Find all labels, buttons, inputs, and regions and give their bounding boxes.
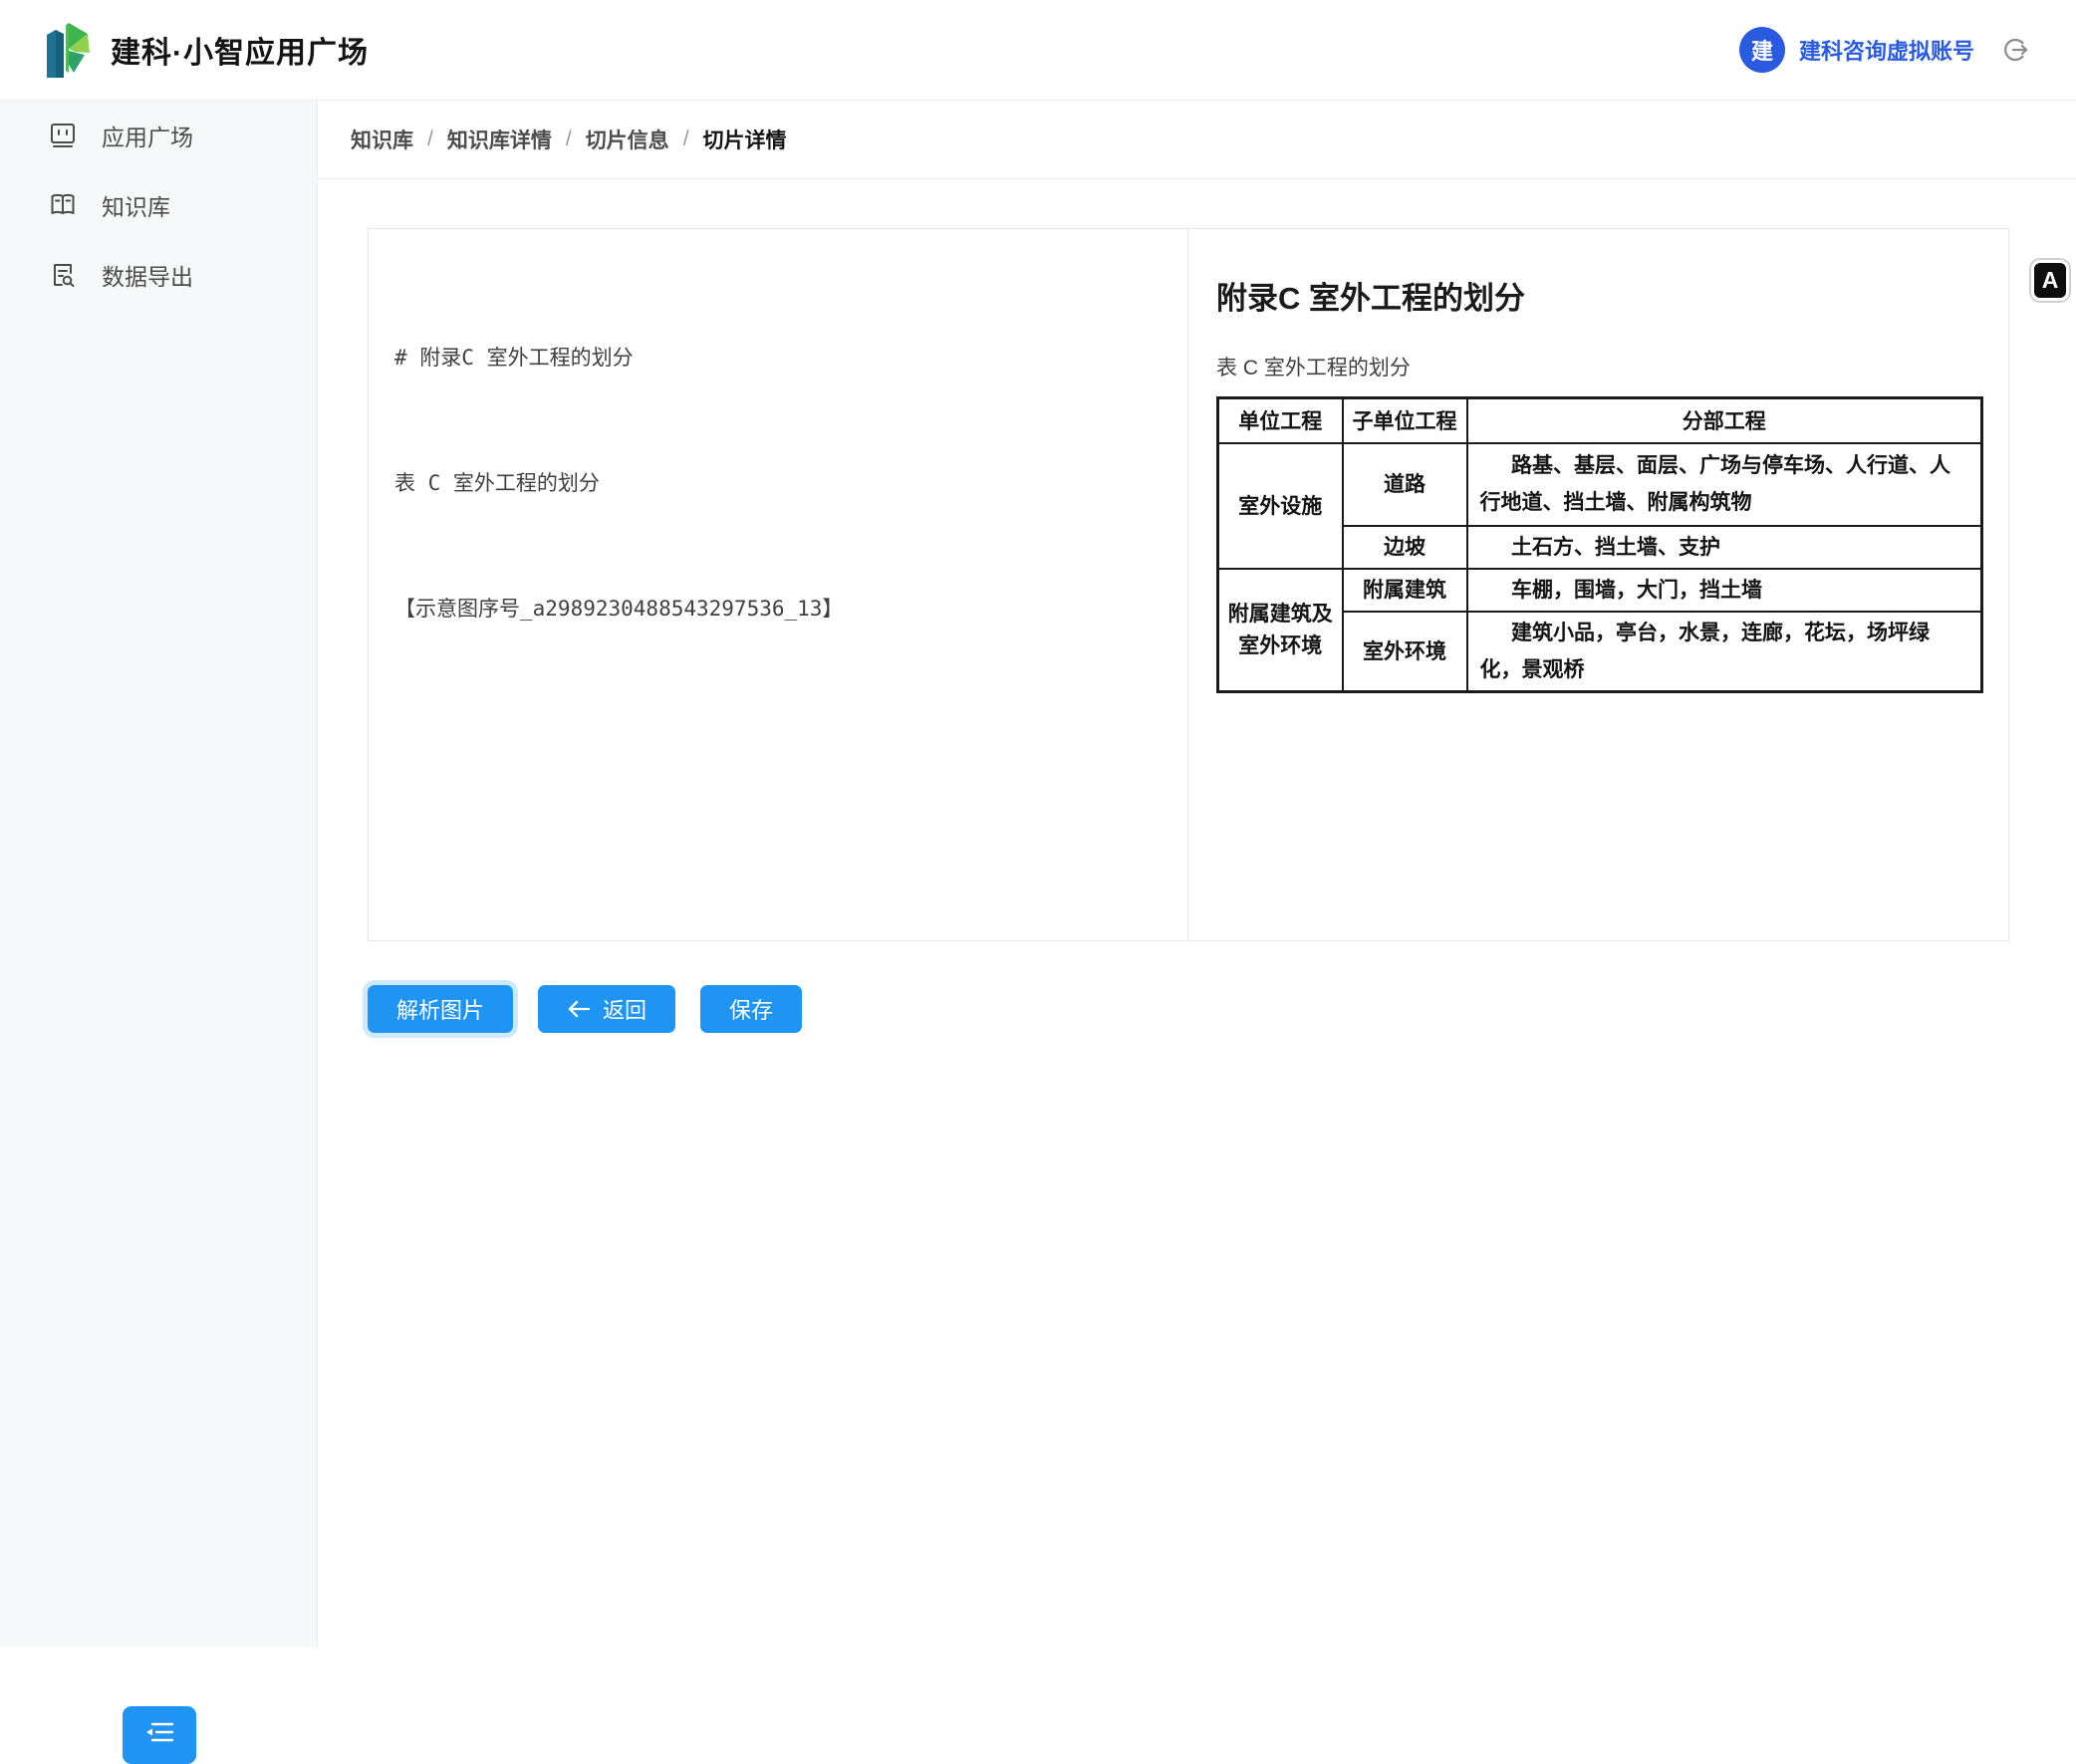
parse-image-button[interactable]: 解析图片 [368,985,513,1033]
cell-sub: 边坡 [1343,526,1467,569]
knowledge-base-icon [50,192,76,218]
markdown-editor[interactable]: # 附录C 室外工程的划分 表 C 室外工程的划分 【示意图序号_a298923… [369,229,1188,940]
sidebar-item-label: 应用广场 [102,119,193,152]
breadcrumb-separator: / [566,127,572,151]
parse-image-label: 解析图片 [396,993,484,1025]
logout-icon[interactable] [2002,37,2028,63]
sidebar-item-label: 知识库 [102,188,170,222]
action-bar: 解析图片 返回 保存 [368,985,802,1033]
slice-detail-page: { "header": { "app_title": "建科·小智应用广场", … [0,0,2076,1647]
sidebar-collapse-button[interactable] [123,1706,196,1764]
markdown-preview: 附录C 室外工程的划分 表 C 室外工程的划分 单位工程 子单位工程 分部工程 … [1188,229,2008,940]
editor-line: 表 C 室外工程的划分 [394,462,1162,504]
cell-unit: 室外设施 [1218,443,1343,569]
sidebar-item-knowledge-base[interactable]: 知识库 [0,170,317,240]
save-button[interactable]: 保存 [700,985,802,1033]
sidebar-item-label: 数据导出 [102,258,193,292]
editor-line: 【示意图序号_a2989230488543297536_13】 [394,588,1162,630]
accessibility-marker-label: A [2042,267,2059,294]
table-row: 附属建筑及室外环境 附属建筑 车棚，围墙，大门，挡土墙 [1218,569,1982,612]
cell-sub: 道路 [1343,443,1467,526]
app-logo-icon [45,21,95,79]
cell-parts: 土石方、挡土墙、支护 [1467,526,1982,569]
account-name[interactable]: 建科咨询虚拟账号 [1799,34,1974,66]
cell-unit: 附属建筑及室外环境 [1218,569,1343,692]
breadcrumb-current: 切片详情 [703,125,787,154]
data-export-icon [50,262,76,288]
header-division-project: 分部工程 [1467,398,1982,443]
breadcrumb-separator: / [427,127,433,151]
cell-sub: 室外环境 [1343,612,1467,692]
back-label: 返回 [603,993,647,1025]
breadcrumb-kb-detail[interactable]: 知识库详情 [447,125,552,154]
breadcrumb-bar: 知识库 / 知识库详情 / 切片信息 / 切片详情 [318,101,2076,179]
menu-fold-icon [144,1719,174,1748]
account-area: 建 建科咨询虚拟账号 [1739,27,2028,73]
breadcrumb-knowledge-base[interactable]: 知识库 [351,125,413,154]
header-sub-unit-project: 子单位工程 [1343,398,1467,443]
cell-sub: 附属建筑 [1343,569,1467,612]
sidebar: 应用广场 知识库 数据导出 [0,101,318,1647]
preview-heading: 附录C 室外工程的划分 [1216,279,1980,319]
app-plaza-icon [50,123,76,148]
breadcrumb-separator: / [683,127,689,151]
brand: 建科·小智应用广场 [45,21,369,79]
user-avatar[interactable]: 建 [1739,27,1785,73]
breadcrumb-slice-info[interactable]: 切片信息 [586,125,669,154]
cell-parts: 路基、基层、面层、广场与停车场、人行道、人行地道、挡土墙、附属构筑物 [1467,443,1982,526]
outdoor-works-table: 单位工程 子单位工程 分部工程 室外设施 道路 路基、基层、面层、广场与停车场、… [1216,396,1983,693]
table-header-row: 单位工程 子单位工程 分部工程 [1218,398,1982,443]
accessibility-marker: A [2031,260,2069,301]
save-label: 保存 [729,993,773,1025]
sidebar-item-data-export[interactable]: 数据导出 [0,240,317,310]
cell-parts: 车棚，围墙，大门，挡土墙 [1467,569,1982,612]
breadcrumb: 知识库 / 知识库详情 / 切片信息 / 切片详情 [351,125,787,154]
back-arrow-icon [567,999,591,1019]
app-header: 建科·小智应用广场 建 建科咨询虚拟账号 [0,0,2076,101]
table-row: 室外设施 道路 路基、基层、面层、广场与停车场、人行道、人行地道、挡土墙、附属构… [1218,443,1982,526]
sidebar-item-app-plaza[interactable]: 应用广场 [0,101,317,170]
slice-detail-card: # 附录C 室外工程的划分 表 C 室外工程的划分 【示意图序号_a298923… [368,228,2009,941]
app-title: 建科·小智应用广场 [111,28,369,72]
cell-parts: 建筑小品，亭台，水景，连廊，花坛，场坪绿化，景观桥 [1467,612,1982,692]
editor-line: # 附录C 室外工程的划分 [394,337,1162,378]
back-button[interactable]: 返回 [538,985,675,1033]
preview-caption: 表 C 室外工程的划分 [1216,355,1980,382]
header-unit-project: 单位工程 [1218,398,1343,443]
